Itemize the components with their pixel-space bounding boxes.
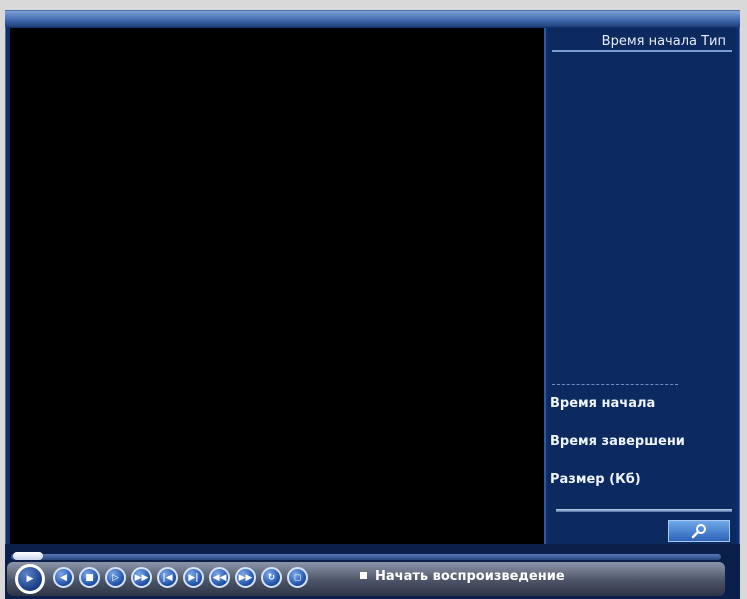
play-icon: ▶ — [26, 574, 34, 584]
stop-button[interactable]: ■ — [79, 567, 100, 588]
video-view[interactable] — [10, 28, 546, 544]
controls-strip: ▶ ◀ ■ ▷ ▶▶ |◀ ▶| ◀◀ ▶▶ ↻ ◻ Начать воспро… — [7, 562, 725, 596]
next-icon: ▶| — [188, 572, 199, 583]
status-indicator — [360, 572, 367, 579]
previous-button[interactable]: |◀ — [157, 567, 178, 588]
play-button[interactable]: ▶ — [15, 564, 45, 594]
divider — [556, 509, 732, 512]
rewind-button[interactable]: ◀ — [53, 567, 74, 588]
slow-backward-icon: ◀◀ — [212, 572, 227, 583]
snapshot-button[interactable]: ◻ — [287, 567, 308, 588]
search-icon — [691, 524, 706, 539]
rewind-icon: ◀ — [60, 572, 67, 583]
fast-forward-icon: ▶▶ — [134, 572, 149, 583]
frame-step-icon: ▷ — [112, 572, 119, 583]
fast-forward-button[interactable]: ▶▶ — [131, 567, 152, 588]
progress-handle[interactable] — [13, 552, 43, 560]
size-label: Размер (Кб) — [550, 472, 641, 487]
divider — [552, 384, 678, 386]
previous-icon: |◀ — [162, 572, 173, 583]
list-header: Время начала Тип — [552, 32, 732, 52]
playback-panel: ▶ ◀ ■ ▷ ▶▶ |◀ ▶| ◀◀ ▶▶ ↻ ◻ Начать воспро… — [5, 544, 740, 599]
next-button[interactable]: ▶| — [183, 567, 204, 588]
frame-step-button[interactable]: ▷ — [105, 567, 126, 588]
search-button[interactable] — [668, 520, 730, 542]
progress-bar[interactable] — [11, 554, 721, 560]
snapshot-icon: ◻ — [293, 572, 302, 583]
status-text: Начать воспроизведение — [375, 569, 565, 584]
stop-icon: ■ — [85, 572, 94, 583]
recordings-list[interactable] — [552, 54, 732, 384]
slow-backward-button[interactable]: ◀◀ — [209, 567, 230, 588]
end-time-label: Время завершени — [550, 434, 685, 449]
slow-forward-icon: ▶▶ — [238, 572, 253, 583]
loop-button[interactable]: ↻ — [261, 567, 282, 588]
slow-forward-button[interactable]: ▶▶ — [235, 567, 256, 588]
start-time-label: Время начала — [550, 396, 656, 411]
loop-icon: ↻ — [267, 572, 276, 583]
title-bar — [5, 11, 740, 27]
recordings-sidebar: Время начала Тип Время начала Время заве… — [548, 28, 736, 544]
